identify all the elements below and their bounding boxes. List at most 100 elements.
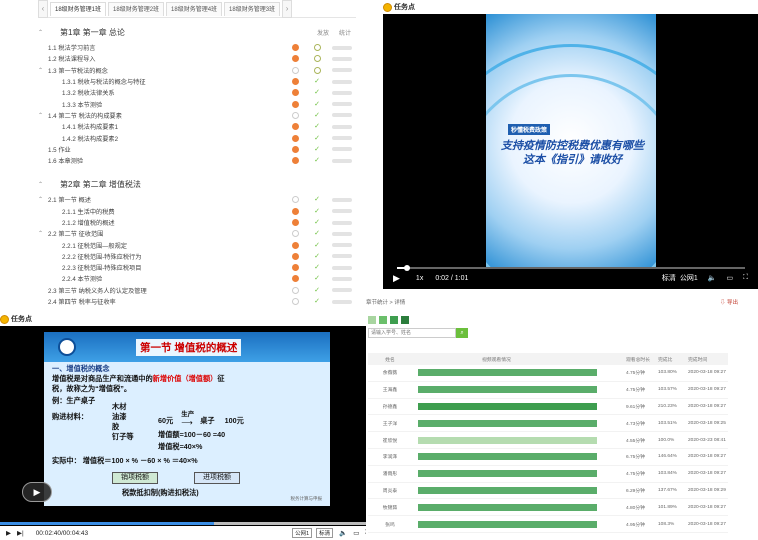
search-button[interactable]: ⌕ (456, 328, 468, 338)
speed-button[interactable]: 1x (416, 275, 423, 282)
outline-row[interactable]: 1.3.2 税收法律关系 ✓ (38, 87, 356, 98)
outline-row[interactable]: 1.6 本章测验 ✓ (38, 155, 356, 166)
stat-bar[interactable] (332, 220, 352, 225)
stat-bar[interactable] (332, 231, 352, 236)
search-input[interactable] (368, 328, 456, 338)
tab-prev-arrow[interactable]: ‹ (38, 0, 48, 18)
pip-icon[interactable]: ▭ (726, 274, 733, 282)
outline-row[interactable]: 2.2.1 征税范围—般规定 ✓ (38, 239, 356, 250)
pip-icon[interactable]: ▭ (353, 529, 359, 537)
outline-row[interactable]: ⌃ 1.4 第二节 税法的构成要素 ✓ (38, 110, 356, 121)
stat-status[interactable]: ✓ (306, 101, 328, 108)
collapse-icon[interactable]: ⌃ (38, 181, 48, 188)
release-status[interactable] (284, 207, 306, 215)
stat-bar[interactable] (332, 299, 352, 304)
outline-row[interactable]: 2.2.2 征税范围-特殊应税行为 ✓ (38, 251, 356, 262)
outline-row[interactable]: 1.4.1 税法构成要素1 ✓ (38, 121, 356, 132)
outline-row[interactable]: 2.1.1 生活中的税费 ✓ (38, 206, 356, 217)
stat-status[interactable]: ✓ (306, 275, 328, 282)
big-play-button[interactable]: ▶ (22, 482, 52, 502)
collapse-icon[interactable]: ⌃ (38, 67, 48, 74)
outline-row[interactable]: 1.3.3 本节测验 ✓ (38, 98, 356, 109)
release-status[interactable] (284, 78, 306, 86)
stat-status[interactable]: ✓ (306, 298, 328, 305)
stat-status[interactable]: ✓ (306, 264, 328, 271)
release-status[interactable] (284, 145, 306, 153)
stat-status[interactable]: ✓ (306, 135, 328, 142)
stat-status[interactable] (306, 44, 328, 52)
stat-bar[interactable] (332, 158, 352, 163)
release-status[interactable] (284, 89, 306, 97)
stat-bar[interactable] (332, 254, 352, 259)
stat-status[interactable]: ✓ (306, 78, 328, 85)
release-status[interactable] (284, 66, 306, 74)
outline-row[interactable]: 2.4 第四节 税率与征收率 ✓ (38, 296, 356, 307)
stat-bar[interactable] (332, 45, 352, 50)
tab-next-arrow[interactable]: › (282, 0, 293, 18)
stat-bar[interactable] (332, 68, 352, 73)
breadcrumb-text[interactable]: 章节统计 > 详情 (366, 298, 405, 306)
release-status[interactable] (284, 286, 306, 294)
stat-bar[interactable] (332, 243, 352, 248)
outline-row[interactable]: 2.2.3 征税范围-特殊应税项目 ✓ (38, 262, 356, 273)
stat-bar[interactable] (332, 113, 352, 118)
outline-row[interactable]: 1.5 作业 ✓ (38, 144, 356, 155)
video-player[interactable]: 第一节 增值税的概述 一、增值税的概念 增值税是对商品生产和流通中的新增价值（增… (0, 326, 378, 526)
release-status[interactable] (284, 252, 306, 260)
stat-bar[interactable] (332, 102, 352, 107)
stat-status[interactable]: ✓ (306, 89, 328, 96)
outline-row[interactable]: 1.1 税法学习前言 (38, 42, 356, 53)
outline-row[interactable]: 2.2.4 本节测验 ✓ (38, 273, 356, 284)
stat-status[interactable] (306, 55, 328, 63)
stat-status[interactable]: ✓ (306, 287, 328, 294)
quality-button[interactable]: 标清 (662, 273, 676, 283)
quality-button[interactable]: 标清 (316, 528, 334, 538)
outline-row[interactable]: 2.3 第三节 纳税义务人的认定及管理 ✓ (38, 285, 356, 296)
fullscreen-icon[interactable]: ⛶ (743, 274, 748, 282)
collapse-icon[interactable]: ⌃ (38, 230, 48, 237)
stat-status[interactable]: ✓ (306, 157, 328, 164)
tab-class-1[interactable]: 18级财务管理1班 (50, 1, 107, 16)
stat-status[interactable]: ✓ (306, 253, 328, 260)
outline-row[interactable]: ⌃ 2.2 第二节 征收范围 ✓ (38, 228, 356, 239)
outline-row[interactable]: 1.4.2 税法构成要素2 ✓ (38, 132, 356, 143)
stat-bar[interactable] (332, 147, 352, 152)
release-status[interactable] (284, 264, 306, 272)
release-status[interactable] (284, 241, 306, 249)
stat-bar[interactable] (332, 136, 352, 141)
release-status[interactable] (284, 196, 306, 204)
tab-class-3[interactable]: 18级财务管理3班 (224, 1, 281, 16)
outline-row[interactable]: ⌃ 1.3 第一节税法的概念 (38, 65, 356, 76)
stat-bar[interactable] (332, 124, 352, 129)
stat-status[interactable]: ✓ (306, 242, 328, 249)
tab-class-4[interactable]: 18级财务管理4班 (166, 1, 223, 16)
release-status[interactable] (284, 230, 306, 238)
stat-bar[interactable] (332, 79, 352, 84)
next-icon[interactable]: ▶| (17, 529, 24, 537)
line-button[interactable]: 公网1 (292, 528, 313, 538)
export-button[interactable]: ⇩ 导出 (720, 298, 738, 306)
stat-bar[interactable] (332, 276, 352, 281)
stat-status[interactable]: ✓ (306, 112, 328, 119)
release-status[interactable] (284, 111, 306, 119)
release-status[interactable] (284, 100, 306, 108)
video-player[interactable]: 秒懂税费政策 支持疫情防控税费优惠有哪些 这本《指引》请收好 ▶ 1x 0:02… (383, 14, 758, 289)
stat-status[interactable]: ✓ (306, 123, 328, 130)
play-icon[interactable]: ▶ (393, 273, 400, 284)
release-status[interactable] (284, 55, 306, 63)
line-button[interactable]: 公网1 (680, 273, 698, 283)
outline-row[interactable]: 1.2 税法课程导入 (38, 53, 356, 64)
stat-status[interactable]: ✓ (306, 219, 328, 226)
chapter-2-header[interactable]: ⌃ 第2章 第二章 增值税法 (38, 174, 356, 194)
release-status[interactable] (284, 44, 306, 52)
collapse-icon[interactable]: ⌃ (38, 29, 48, 36)
release-status[interactable] (284, 157, 306, 165)
release-status[interactable] (284, 275, 306, 283)
release-status[interactable] (284, 219, 306, 226)
stat-status[interactable]: ✓ (306, 146, 328, 153)
outline-row[interactable]: 2.1.2 增值税的概述 ✓ (38, 217, 356, 228)
stat-bar[interactable] (332, 90, 352, 95)
chapter-1-header[interactable]: ⌃ 第1章 第一章 总论 发放 统计 (38, 22, 356, 42)
collapse-icon[interactable]: ⌃ (38, 112, 48, 119)
stat-bar[interactable] (332, 209, 352, 214)
